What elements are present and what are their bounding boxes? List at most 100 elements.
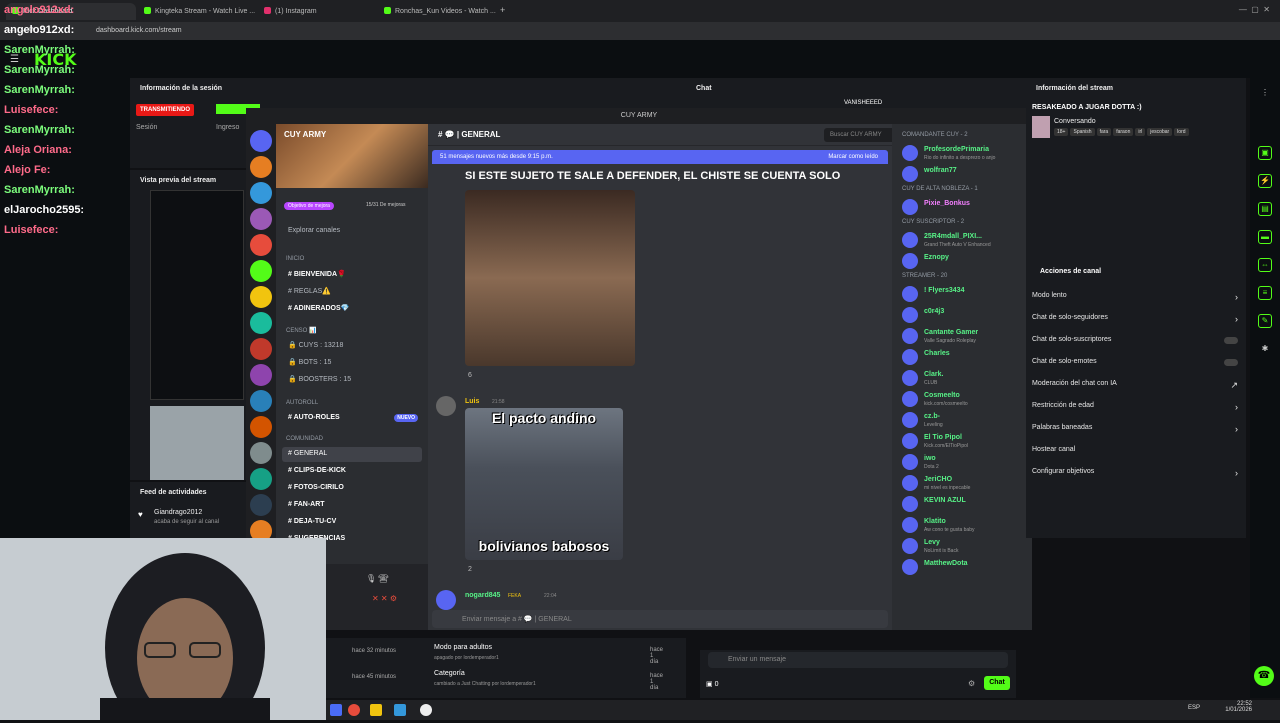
member-row[interactable]: Levy NoLimit is Back xyxy=(902,537,1027,557)
server-icon[interactable] xyxy=(250,286,272,308)
channel-boosters[interactable]: 🔒 BOOSTERS : 15 xyxy=(282,372,422,387)
member-row[interactable]: Pixie_Bonkus xyxy=(902,198,1027,218)
link-icon[interactable]: ⇔ xyxy=(1258,258,1272,272)
channel-clips[interactable]: # CLIPS-DE-KICK xyxy=(282,464,422,479)
message-author[interactable]: Luis xyxy=(465,398,479,405)
chat-input[interactable]: Enviar un mensaje xyxy=(708,652,1008,668)
member-row[interactable]: ProfesordePrimaria Rio do infinito a desp… xyxy=(902,144,1027,164)
list-icon[interactable]: ≡ xyxy=(1258,286,1272,300)
channel-action[interactable]: Hostear canal xyxy=(1032,446,1242,464)
channel-reglas[interactable]: # REGLAS⚠️ xyxy=(282,284,422,299)
mute-icon[interactable]: ✕ ✕ ⚙ xyxy=(372,594,397,603)
channel-action[interactable]: Chat de solo-emotes xyxy=(1032,358,1242,376)
url-field[interactable]: dashboard.kick.com/stream xyxy=(90,25,1130,37)
toggle-switch[interactable] xyxy=(1224,359,1238,366)
clock[interactable]: 22:52 1/01/2026 xyxy=(1216,701,1252,713)
member-row[interactable]: iwo Dota 2 xyxy=(902,453,1027,473)
category-inicio[interactable]: INICIO xyxy=(286,256,304,262)
server-icon[interactable] xyxy=(250,494,272,516)
channel-action[interactable]: Restricción de edad › xyxy=(1032,402,1242,420)
member-row[interactable]: KEVIN AZUL xyxy=(902,495,1027,515)
member-row[interactable]: c0r4j3 xyxy=(902,306,1027,326)
member-row[interactable]: Clark. CLUB xyxy=(902,369,1027,389)
channel-deja-tu-cv[interactable]: # DEJA-TU-CV xyxy=(282,515,422,530)
member-row[interactable]: ! Flyers3434 xyxy=(902,285,1027,305)
avatar[interactable] xyxy=(436,590,456,610)
server-icon[interactable] xyxy=(250,182,272,204)
member-row[interactable]: El Tio Pipol Kick.com/ElTioPipol xyxy=(902,432,1027,452)
more-icon[interactable]: ⋮ xyxy=(1258,86,1272,100)
message-image[interactable] xyxy=(465,190,635,366)
channel-cuys[interactable]: 🔒 CUYS : 13218 xyxy=(282,338,422,353)
member-row[interactable]: Cantante Gamer Valle Sagrado Roleplay xyxy=(902,327,1027,347)
server-icon[interactable] xyxy=(250,234,272,256)
channel-general[interactable]: # GENERAL xyxy=(282,447,422,462)
browser-tab-instagram[interactable]: (1) Instagram xyxy=(258,3,376,20)
member-row[interactable]: JeriCHO mi nivel es inpecable xyxy=(902,474,1027,494)
taskbar-app-icon[interactable] xyxy=(394,704,406,716)
explore-channels[interactable]: Explorar canales xyxy=(282,224,422,239)
server-icon[interactable] xyxy=(250,416,272,438)
browser-tab-ronchas[interactable]: Ronchas_Kun Videos - Watch ... xyxy=(378,3,496,20)
member-row[interactable]: Klatito Aw cono te gusta baby xyxy=(902,516,1027,536)
chat-send-button[interactable]: Chat xyxy=(984,676,1010,690)
channel-action[interactable]: Configurar objetivos › xyxy=(1032,468,1242,486)
toggle-switch[interactable] xyxy=(1224,337,1238,344)
category-censo[interactable]: CENSO 📊 xyxy=(286,327,316,334)
server-icon[interactable] xyxy=(250,260,272,282)
avatar[interactable] xyxy=(436,396,456,416)
channel-fan-art[interactable]: # FAN-ART xyxy=(282,498,422,513)
server-icon[interactable] xyxy=(250,130,272,152)
new-tab-button[interactable]: + xyxy=(496,3,512,20)
boost-goal-row[interactable]: Objetivo de mejora 15/31 De mejoras xyxy=(280,200,424,211)
wrench-icon[interactable]: ✎ xyxy=(1258,314,1272,328)
preview-thumbnail[interactable] xyxy=(150,190,244,400)
support-icon[interactable]: ☎ xyxy=(1254,666,1274,686)
new-messages-bar[interactable]: 51 mensajes nuevos más desde 9:15 p.m. M… xyxy=(432,150,888,164)
settings-icon[interactable]: ✱ xyxy=(1258,342,1272,356)
member-row[interactable]: cz.b- Leveling xyxy=(902,411,1027,431)
taskbar-app-icon[interactable] xyxy=(330,704,342,716)
reaction-count[interactable]: 6 xyxy=(468,372,472,379)
channel-action[interactable]: Modo lento › xyxy=(1032,292,1242,310)
server-icon[interactable] xyxy=(250,312,272,334)
reaction-count[interactable]: 2 xyxy=(468,566,472,573)
member-row[interactable]: Charles xyxy=(902,348,1027,368)
channel-auto-roles[interactable]: # AUTO-ROLES NUEVO xyxy=(282,411,422,426)
member-row[interactable]: wolfran77 xyxy=(902,165,1027,185)
message-author[interactable]: nogard845 xyxy=(465,592,500,599)
bolt-icon[interactable]: ⚡ xyxy=(1258,174,1272,188)
server-icon[interactable] xyxy=(250,338,272,360)
member-row[interactable]: Cosmeelto kick.com/cosmeelto xyxy=(902,390,1027,410)
member-row[interactable]: MatthewDota xyxy=(902,558,1027,578)
server-icon[interactable] xyxy=(250,468,272,490)
meme-image[interactable]: El pacto andino bolivianos babosos xyxy=(465,408,623,560)
chat-settings-icon[interactable]: ⚙ xyxy=(968,679,975,688)
server-icon[interactable] xyxy=(250,442,272,464)
taskbar-app-icon[interactable] xyxy=(348,704,360,716)
taskbar-app-icon[interactable] xyxy=(370,704,382,716)
channel-bienvenida[interactable]: # BIENVENIDA🌹 xyxy=(282,267,422,282)
taskbar-app-icon[interactable] xyxy=(420,704,432,716)
message-input[interactable]: Enviar mensaje a # 💬 | GENERAL xyxy=(432,610,888,628)
browser-tab-kingteka[interactable]: Kingteka Stream - Watch Live ... xyxy=(138,3,256,20)
category-comunidad[interactable]: COMUNIDAD xyxy=(286,436,323,442)
channel-action[interactable]: Palabras baneadas › xyxy=(1032,424,1242,442)
server-name[interactable]: CUY ARMY xyxy=(284,130,326,139)
server-icon[interactable] xyxy=(250,156,272,178)
window-controls[interactable]: — ▢ ✕ xyxy=(1239,5,1270,14)
doc-icon[interactable]: ▤ xyxy=(1258,202,1272,216)
member-row[interactable]: 25R4mdall_PIXI... Grand Theft Auto V Enha… xyxy=(902,231,1027,251)
server-icon[interactable] xyxy=(250,390,272,412)
member-row[interactable]: Eznopy xyxy=(902,252,1027,272)
channel-adinerados[interactable]: # ADINERADOS💎 xyxy=(282,301,422,316)
server-icon[interactable] xyxy=(250,364,272,386)
channel-bots[interactable]: 🔒 BOTS : 15 xyxy=(282,355,422,370)
server-icon[interactable] xyxy=(250,208,272,230)
language-indicator[interactable]: ESP xyxy=(1188,705,1200,711)
channel-action[interactable]: Chat de solo-suscriptores xyxy=(1032,336,1242,354)
voice-controls-icon[interactable]: 🎙 ☎ xyxy=(366,574,389,583)
category-autoroll[interactable]: AUTOROLL xyxy=(286,400,318,406)
channel-action[interactable]: Chat de solo-seguidores › xyxy=(1032,314,1242,332)
channel-action[interactable]: Moderación del chat con IA ↗ xyxy=(1032,380,1242,398)
